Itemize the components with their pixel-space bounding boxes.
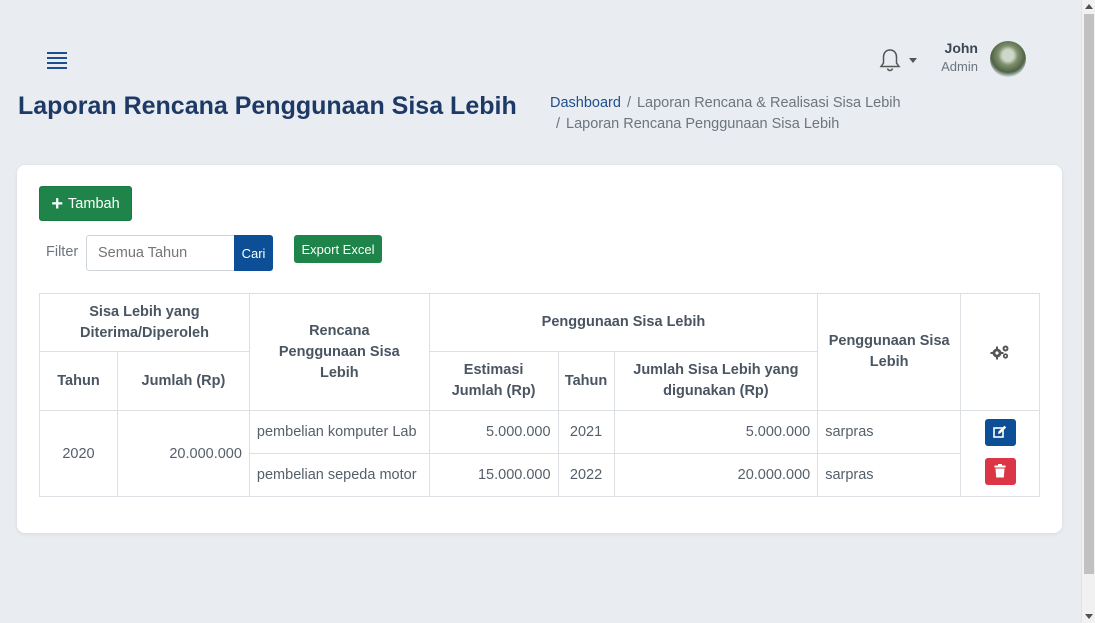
plus-icon: + — [51, 192, 64, 215]
filter-year-input[interactable] — [86, 235, 235, 271]
edit-button[interactable] — [984, 418, 1016, 446]
cell-tahun-usage: 2022 — [557, 453, 615, 497]
header-usage-group: Penggunaan Sisa Lebih — [428, 293, 819, 352]
breadcrumb-dashboard-link[interactable]: Dashboard — [550, 95, 621, 111]
search-button[interactable]: Cari — [234, 235, 273, 271]
cell-estimasi: 5.000.000 — [428, 410, 559, 454]
breadcrumb-item-current: Laporan Rencana Penggunaan Sisa Lebih — [566, 116, 840, 132]
scroll-down-arrow-icon[interactable] — [1085, 614, 1093, 619]
header-tahun-usage: Tahun — [557, 351, 615, 411]
breadcrumb-separator: / — [626, 95, 631, 111]
add-button-label: Tambah — [68, 195, 120, 212]
breadcrumb: Dashboard / Laporan Rencana & Realisasi Si… — [550, 93, 910, 135]
header-tahun: Tahun — [39, 351, 118, 411]
user-role: Admin — [941, 59, 978, 74]
table-row: 2020 20.000.000 pembelian komputer Lab 5… — [39, 410, 1040, 497]
user-name[interactable]: John — [938, 40, 978, 56]
notification-bell-icon[interactable] — [879, 48, 903, 74]
cell-rencana: pembelian komputer Lab — [248, 410, 430, 454]
report-card: + Tambah Filter Cari Export Excel Sisa L… — [17, 165, 1062, 533]
cell-penggunaan: sarpras — [817, 410, 962, 454]
header-penggunaan: Penggunaan Sisa Lebih — [817, 293, 962, 411]
add-button[interactable]: + Tambah — [39, 186, 132, 221]
cell-estimasi: 15.000.000 — [428, 453, 559, 497]
cell-jumlah-digunakan: 20.000.000 — [613, 453, 819, 497]
breadcrumb-separator: / — [556, 116, 561, 132]
scroll-up-arrow-icon[interactable] — [1085, 4, 1093, 9]
header-jumlah-digunakan: Jumlah Sisa Lebih yang digunakan (Rp) — [613, 351, 819, 411]
cell-tahun: 2020 — [39, 410, 118, 497]
report-table: Sisa Lebih yang Diterima/Diperoleh Renca… — [39, 293, 1040, 497]
header-rencana: Rencana Penggunaan Sisa Lebih — [248, 293, 430, 411]
page-title: Laporan Rencana Penggunaan Sisa Lebih — [18, 92, 517, 120]
header-received-group: Sisa Lebih yang Diterima/Diperoleh — [39, 293, 250, 352]
edit-icon — [993, 425, 1007, 438]
filter-label: Filter — [46, 244, 79, 260]
menu-toggle-icon[interactable] — [47, 52, 67, 69]
header-estimasi: Estimasi Jumlah (Rp) — [428, 351, 559, 411]
cell-penggunaan: sarpras — [817, 453, 962, 497]
gears-icon — [990, 345, 1009, 360]
cell-jumlah-digunakan: 5.000.000 — [613, 410, 819, 454]
notification-dropdown-caret-icon[interactable] — [909, 58, 917, 63]
delete-button[interactable] — [984, 457, 1016, 485]
header-actions — [960, 293, 1040, 411]
header-jumlah: Jumlah (Rp) — [116, 351, 250, 411]
breadcrumb-item-laporan[interactable]: Laporan Rencana & Realisasi Sisa Lebih — [637, 95, 901, 111]
page-scrollbar[interactable] — [1081, 0, 1095, 623]
user-avatar[interactable] — [990, 41, 1026, 77]
cell-actions — [960, 410, 1040, 497]
cell-tahun-usage: 2021 — [557, 410, 615, 454]
trash-icon — [994, 464, 1006, 478]
cell-jumlah: 20.000.000 — [116, 410, 250, 497]
cell-rencana: pembelian sepeda motor — [248, 453, 430, 497]
export-excel-button[interactable]: Export Excel — [294, 235, 382, 263]
scroll-thumb[interactable] — [1084, 14, 1094, 574]
